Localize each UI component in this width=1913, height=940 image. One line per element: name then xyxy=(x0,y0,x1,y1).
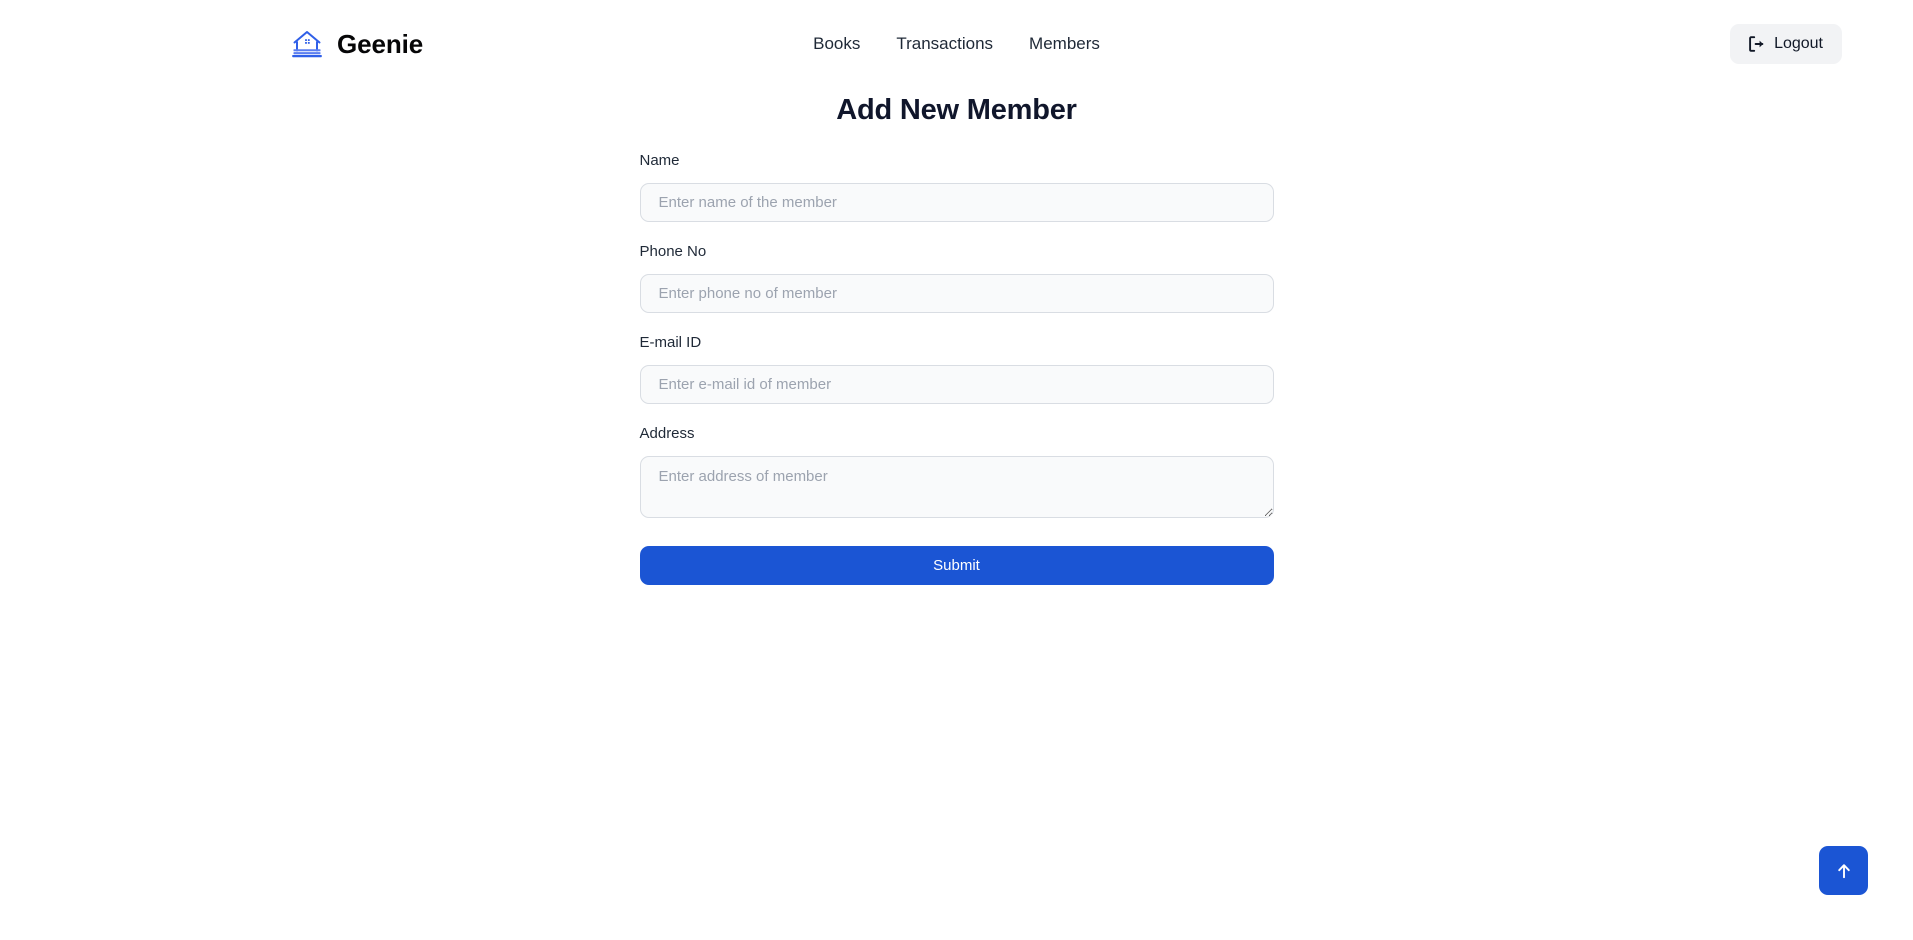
phone-no-label: Phone No xyxy=(639,243,707,260)
sign-out-icon xyxy=(1747,35,1765,53)
name-input[interactable] xyxy=(639,183,1274,222)
logout-button-label: Logout xyxy=(1774,35,1823,52)
brand-name: Geenie xyxy=(337,29,424,59)
email-id-label: E-mail ID xyxy=(639,334,702,351)
nav-item-members[interactable]: Members xyxy=(1029,33,1100,55)
submit-button[interactable]: Submit xyxy=(639,546,1274,585)
address-input[interactable] xyxy=(639,456,1274,518)
app-header: Geenie Books Transactions Members Logout xyxy=(0,0,1913,88)
nav-item-books[interactable]: Books xyxy=(813,33,860,55)
field-name: Name xyxy=(639,151,1274,222)
nav-item-transactions[interactable]: Transactions xyxy=(896,33,993,55)
phone-no-input[interactable] xyxy=(639,274,1274,313)
address-label: Address xyxy=(639,425,695,442)
scroll-to-top-button[interactable] xyxy=(1819,846,1868,895)
logout-button[interactable]: Logout xyxy=(1730,24,1842,64)
page-title: Add New Member xyxy=(836,94,1077,126)
email-id-input[interactable] xyxy=(639,365,1274,404)
add-member-form: Name Phone No E-mail ID Address Submit xyxy=(639,130,1274,585)
field-email-id: E-mail ID xyxy=(639,333,1274,404)
brand-logo-link[interactable]: Geenie xyxy=(290,27,423,61)
field-address: Address xyxy=(639,424,1274,518)
main-content: Add New Member Name Phone No E-mail ID A… xyxy=(0,88,1913,585)
name-label: Name xyxy=(639,152,680,169)
main-nav: Books Transactions Members xyxy=(813,33,1100,55)
field-phone-no: Phone No xyxy=(639,242,1274,313)
arrow-up-icon xyxy=(1834,861,1854,881)
library-building-icon xyxy=(290,27,324,61)
